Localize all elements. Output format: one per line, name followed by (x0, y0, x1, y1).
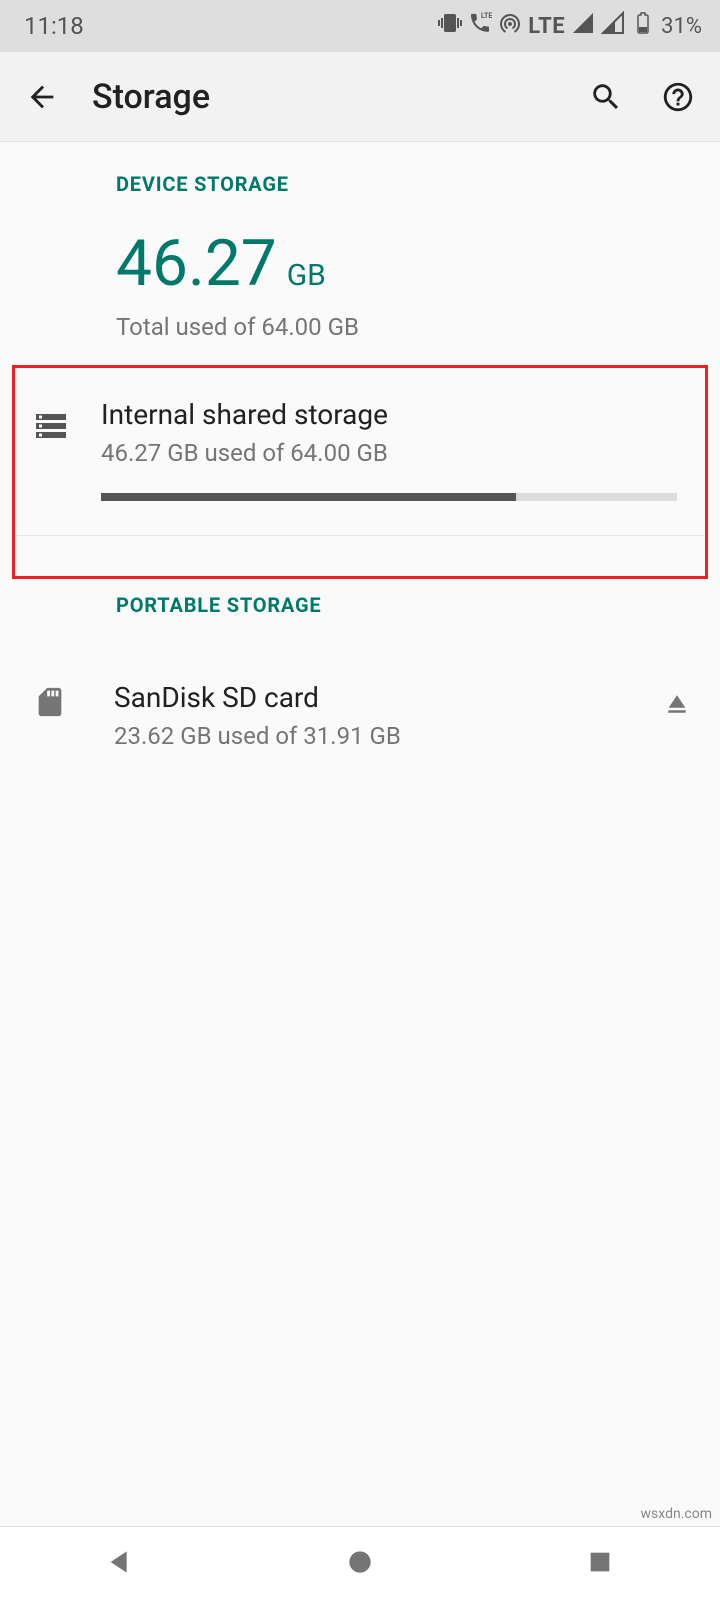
status-time: 11:18 (24, 12, 84, 40)
vibrate-icon (438, 11, 462, 41)
app-bar: Storage (0, 52, 720, 142)
content-area: DEVICE STORAGE 46.27 GB Total used of 64… (0, 142, 720, 750)
square-recents-icon (584, 1546, 616, 1578)
navigation-bar (0, 1526, 720, 1600)
divider (15, 535, 705, 536)
portable-storage-label: PORTABLE STORAGE (0, 593, 720, 617)
search-icon (589, 80, 623, 114)
internal-storage-row[interactable]: Internal shared storage 46.27 GB used of… (15, 368, 705, 501)
eject-button[interactable] (662, 681, 692, 723)
internal-storage-subtitle: 46.27 GB used of 64.00 GB (101, 439, 677, 467)
search-button[interactable] (584, 75, 628, 119)
hotspot-icon (498, 11, 522, 41)
signal-icon-1 (571, 11, 595, 41)
triangle-back-icon (104, 1546, 136, 1578)
storage-icon (33, 408, 69, 444)
watermark: wsxdn.com (641, 1506, 712, 1522)
internal-storage-progress (101, 493, 677, 501)
battery-percent: 31% (661, 14, 702, 39)
signal-icon-2 (601, 11, 625, 41)
lte-text-icon: LTE (528, 14, 565, 39)
circle-home-icon (344, 1546, 376, 1578)
svg-text:LTE: LTE (481, 12, 492, 20)
battery-icon (631, 11, 655, 41)
storage-summary-subtitle: Total used of 64.00 GB (116, 313, 720, 341)
status-bar: 11:18 LTE LTE 31% (0, 0, 720, 52)
help-button[interactable] (656, 75, 700, 119)
internal-storage-title: Internal shared storage (101, 398, 677, 431)
nav-recents-button[interactable] (584, 1546, 616, 1582)
volte-call-icon: LTE (468, 11, 492, 41)
eject-icon (662, 689, 692, 719)
storage-summary: 46.27 GB Total used of 64.00 GB (0, 226, 720, 341)
help-icon (661, 80, 695, 114)
status-icons: LTE LTE 31% (438, 11, 702, 41)
back-button[interactable] (20, 75, 64, 119)
device-storage-label: DEVICE STORAGE (0, 172, 720, 196)
sd-card-icon (33, 685, 67, 719)
arrow-back-icon (25, 80, 59, 114)
sd-card-subtitle: 23.62 GB used of 31.91 GB (114, 722, 620, 750)
nav-back-button[interactable] (104, 1546, 136, 1582)
internal-storage-progress-fill (101, 493, 516, 501)
page-title: Storage (92, 77, 556, 117)
nav-home-button[interactable] (344, 1546, 376, 1582)
sd-card-row[interactable]: SanDisk SD card 23.62 GB used of 31.91 G… (0, 647, 720, 750)
highlight-annotation: Internal shared storage 46.27 GB used of… (12, 365, 708, 579)
storage-used-value: 46.27 (116, 226, 277, 301)
sd-card-title: SanDisk SD card (114, 681, 620, 714)
storage-used-unit: GB (287, 258, 326, 293)
